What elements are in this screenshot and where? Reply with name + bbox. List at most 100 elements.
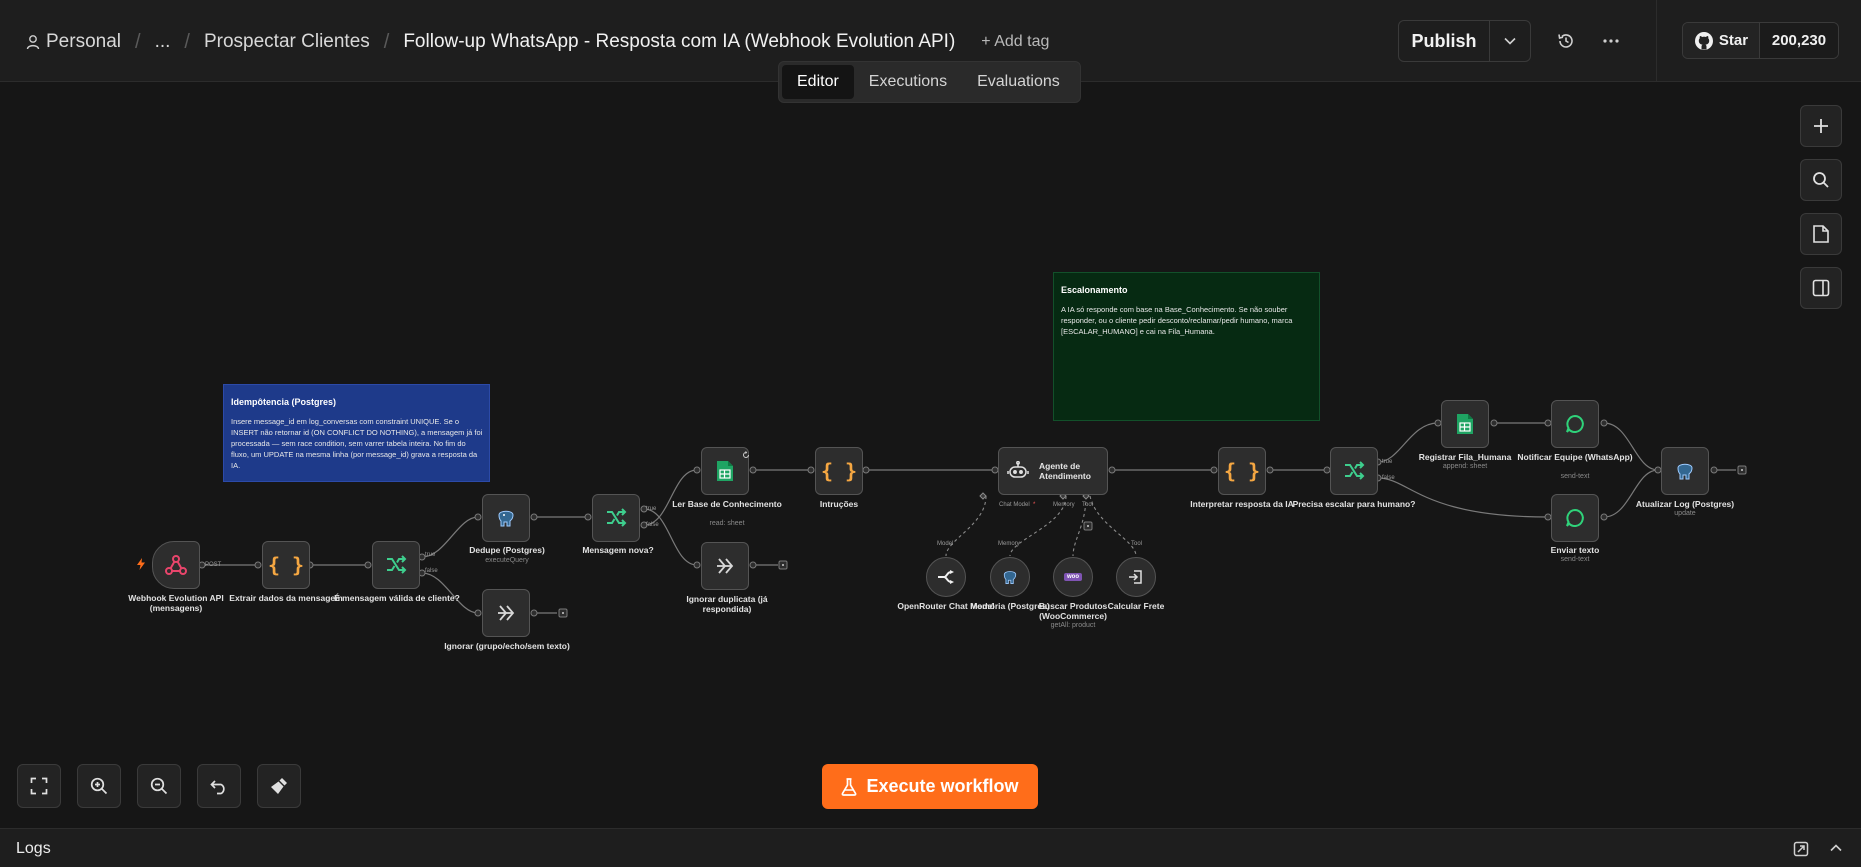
node-label-instrucoes: Intruções bbox=[819, 499, 859, 509]
webhook-icon bbox=[165, 555, 187, 575]
node-ignorar-duplicata[interactable] bbox=[701, 542, 749, 590]
zoom-out-button[interactable] bbox=[137, 764, 181, 808]
node-label-ignorar-duplicata: Ignorar duplicata (já respondida) bbox=[686, 594, 768, 614]
refresh-icon bbox=[743, 451, 749, 458]
node-enviar-texto[interactable] bbox=[1551, 494, 1599, 542]
whatsapp-chat-icon bbox=[1566, 508, 1584, 527]
ai-agent-robot-icon bbox=[1007, 461, 1029, 478]
add-node-button[interactable] bbox=[1800, 105, 1842, 147]
node-calcular-frete[interactable] bbox=[1116, 557, 1156, 597]
fit-view-button[interactable] bbox=[17, 764, 61, 808]
no-op-arrow-icon bbox=[498, 605, 515, 621]
undo-icon bbox=[210, 780, 225, 795]
node-extrair-dados[interactable]: { } bbox=[262, 541, 310, 589]
postgres-elephant-icon bbox=[498, 510, 514, 527]
node-subtitle-atualizar: update bbox=[1674, 510, 1696, 517]
add-sticky-button[interactable] bbox=[1800, 213, 1842, 255]
node-label-enviar: Enviar texto bbox=[1550, 545, 1600, 555]
toggle-panel-button[interactable] bbox=[1800, 267, 1842, 309]
sticky-note-escalonamento[interactable]: Escalonamento A IA só responde com base … bbox=[1053, 272, 1320, 421]
port-label-tool: Tool bbox=[1131, 541, 1143, 547]
broom-icon bbox=[271, 778, 287, 794]
workflow-canvas[interactable]: Idempôtencia (Postgres) Insere message_i… bbox=[0, 83, 1861, 828]
node-subtitle-ler-base: read: sheet bbox=[709, 520, 745, 527]
execute-workflow-button[interactable]: Execute workflow bbox=[822, 764, 1038, 809]
zoom-in-button[interactable] bbox=[77, 764, 121, 808]
zoom-out-icon bbox=[150, 777, 168, 795]
node-subtitle-dedupe: executeQuery bbox=[485, 557, 529, 564]
port-label-false: false bbox=[425, 568, 438, 574]
openrouter-icon bbox=[938, 570, 954, 584]
port-label-memory: Memory bbox=[1053, 502, 1075, 508]
sticky-note-idempotencia[interactable]: Idempôtencia (Postgres) Insere message_i… bbox=[223, 384, 490, 482]
postgres-elephant-icon bbox=[1003, 571, 1017, 584]
no-op-arrow-icon bbox=[717, 558, 734, 574]
node-notificar-equipe[interactable] bbox=[1551, 400, 1599, 448]
code-braces-icon: { } bbox=[1223, 459, 1261, 483]
logs-panel-bar[interactable]: Logs bbox=[0, 828, 1861, 867]
code-braces-icon: { } bbox=[820, 459, 858, 483]
sticky-title: Escalonamento bbox=[1061, 285, 1128, 295]
execute-workflow-label: Execute workflow bbox=[866, 776, 1019, 796]
port-label-model: Model bbox=[937, 541, 954, 547]
port-label-post: POST bbox=[205, 562, 222, 568]
node-precisa-escalar[interactable] bbox=[1330, 447, 1378, 495]
node-memoria-postgres[interactable] bbox=[990, 557, 1030, 597]
zoom-in-icon bbox=[90, 777, 108, 795]
code-braces-icon: { } bbox=[267, 553, 305, 577]
fullscreen-icon bbox=[30, 777, 48, 795]
sticky-title: Idempôtencia (Postgres) bbox=[231, 397, 337, 407]
plus-icon bbox=[1814, 119, 1828, 133]
node-label-interpretar: Interpretar resposta da IA bbox=[1190, 499, 1294, 509]
node-mensagem-nova[interactable] bbox=[592, 494, 640, 542]
tidy-up-button[interactable] bbox=[257, 764, 301, 808]
node-subtitle-buscar: getAll: product bbox=[1050, 622, 1096, 629]
code-tool-icon bbox=[1129, 570, 1142, 584]
port-required-marker: * bbox=[1033, 502, 1036, 508]
if-branch-icon bbox=[1345, 461, 1365, 480]
node-subtitle-enviar: send-text bbox=[1560, 556, 1590, 563]
search-icon bbox=[1813, 172, 1829, 188]
port-label-memory: Memory bbox=[998, 541, 1020, 547]
search-nodes-button[interactable] bbox=[1800, 159, 1842, 201]
node-buscar-produtos[interactable]: woo bbox=[1053, 557, 1093, 597]
node-label-precisa: Precisa escalar para humano? bbox=[1292, 499, 1416, 509]
node-instrucoes[interactable]: { } bbox=[815, 447, 863, 495]
node-label-atualizar: Atualizar Log (Postgres) bbox=[1635, 499, 1735, 509]
node-registrar-fila[interactable] bbox=[1441, 400, 1489, 448]
port-label-false: false bbox=[646, 522, 659, 528]
woocommerce-icon: woo bbox=[1064, 573, 1082, 581]
node-webhook[interactable] bbox=[152, 541, 200, 589]
port-label-chat-model: Chat Model bbox=[999, 502, 1030, 508]
logs-title: Logs bbox=[16, 840, 51, 857]
node-ignorar-grupo[interactable] bbox=[482, 589, 530, 637]
if-branch-icon bbox=[607, 508, 627, 527]
node-interpretar[interactable]: { } bbox=[1218, 447, 1266, 495]
node-label-ignorar-grupo: Ignorar (grupo/echo/sem texto) bbox=[444, 641, 570, 651]
node-atualizar-log[interactable] bbox=[1661, 447, 1709, 495]
port-label-false: false bbox=[1382, 475, 1395, 481]
port-label-true: true bbox=[1382, 459, 1393, 465]
chevron-up-icon[interactable] bbox=[1830, 844, 1842, 852]
port-label-tool: Tool bbox=[1082, 502, 1094, 508]
node-label-agente: Agente de Atendimento bbox=[1039, 461, 1091, 481]
node-label-ler-base: Ler Base de Conhecimento bbox=[672, 499, 782, 509]
node-dedupe-postgres[interactable] bbox=[482, 494, 530, 542]
trigger-bolt-icon bbox=[137, 558, 145, 570]
node-label-valida: É mensagem válida de cliente? bbox=[334, 593, 460, 603]
undo-button[interactable] bbox=[197, 764, 241, 808]
node-label-mensagem-nova: Mensagem nova? bbox=[582, 545, 654, 555]
google-sheets-icon bbox=[717, 461, 733, 481]
flask-icon bbox=[841, 777, 857, 796]
node-agente-atendimento[interactable]: Agente de Atendimento bbox=[998, 447, 1108, 495]
google-sheets-icon bbox=[1457, 414, 1473, 434]
sticky-body: Insere message_id em log_conversas com c… bbox=[231, 417, 483, 470]
port-label-true: true bbox=[425, 552, 436, 558]
node-openrouter[interactable] bbox=[926, 557, 966, 597]
if-branch-icon bbox=[387, 555, 407, 574]
whatsapp-chat-icon bbox=[1566, 414, 1584, 433]
sticky-body: A IA só responde com base na Base_Conhec… bbox=[1061, 305, 1293, 336]
node-mensagem-valida[interactable] bbox=[372, 541, 420, 589]
open-logs-popout-icon[interactable] bbox=[1793, 841, 1809, 857]
panel-right-icon bbox=[1812, 279, 1830, 297]
